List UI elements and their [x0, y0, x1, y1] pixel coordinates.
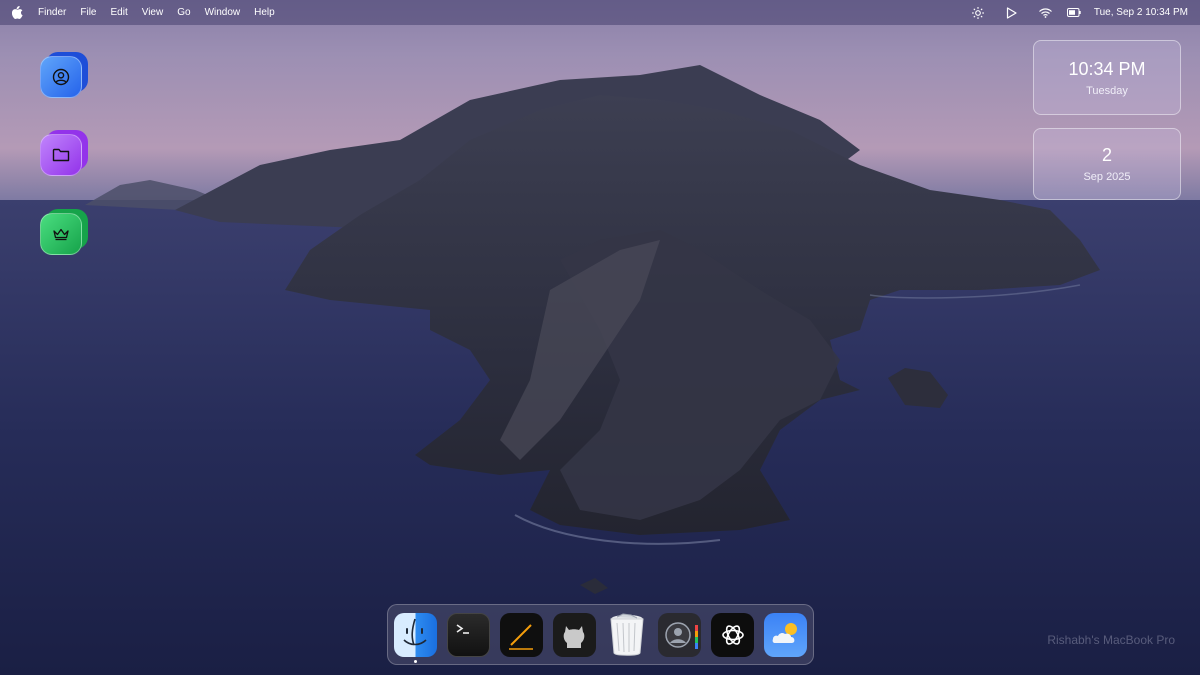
battery-icon[interactable]: [1066, 6, 1082, 20]
finder-face-icon: [403, 618, 428, 645]
device-name-watermark: Rishabh's MacBook Pro: [1047, 633, 1175, 647]
folder-icon: [52, 148, 70, 162]
menu-file[interactable]: File: [80, 7, 96, 18]
terminal-prompt-icon: [456, 623, 470, 634]
openai-knot-icon: [721, 624, 744, 645]
date-day-number: 2: [1101, 145, 1112, 165]
desktop-user-button[interactable]: [40, 52, 88, 98]
pen-icon[interactable]: [499, 612, 543, 657]
menu-edit[interactable]: Edit: [110, 7, 127, 18]
terminal-icon[interactable]: [446, 612, 490, 657]
contacts-person-icon: [665, 621, 698, 649]
play-icon[interactable]: [1004, 6, 1020, 20]
menu-bar-right: Tue, Sep 2 10:34 PM: [970, 6, 1188, 20]
apple-icon[interactable]: [12, 6, 24, 20]
menu-bar: Finder File Edit View Go Window Help Tue…: [0, 0, 1200, 25]
desktop-folder-button[interactable]: [40, 130, 88, 176]
crown-icon: [53, 228, 69, 241]
weather-icon[interactable]: [764, 612, 808, 657]
menu-finder[interactable]: Finder: [38, 7, 66, 18]
menu-go[interactable]: Go: [177, 7, 190, 18]
user-circle-icon: [52, 68, 70, 86]
sun-cloud-icon: [772, 622, 797, 643]
wifi-icon[interactable]: [1038, 6, 1054, 20]
menu-help[interactable]: Help: [254, 7, 275, 18]
brightness-icon[interactable]: [970, 6, 986, 20]
menu-window[interactable]: Window: [205, 7, 241, 18]
folder-icon-tile: [40, 134, 82, 176]
clock-day: Tuesday: [1086, 84, 1128, 97]
finder-running-indicator: [413, 659, 417, 663]
date-month-year: Sep 2025: [1083, 171, 1131, 183]
octocat-icon: [563, 625, 585, 648]
finder-icon[interactable]: [394, 612, 437, 663]
pencil-icon: [509, 623, 534, 650]
trash-bin-icon: [610, 612, 644, 656]
menu-bar-datetime[interactable]: Tue, Sep 2 10:34 PM: [1094, 7, 1188, 18]
crown-icon-tile: [40, 213, 82, 255]
chatgpt-icon[interactable]: [711, 612, 755, 657]
desktop-wallpaper: [0, 0, 1200, 675]
desktop-crown-button[interactable]: [40, 209, 88, 255]
user-icon-tile: [40, 56, 82, 98]
clock-widget[interactable]: 10:34 PM Tuesday: [1033, 40, 1181, 115]
trash-icon[interactable]: [606, 612, 649, 657]
dock: [387, 604, 814, 665]
menu-bar-left: Finder File Edit View Go Window Help: [12, 6, 275, 20]
clock-time: 10:34 PM: [1068, 58, 1146, 79]
date-widget[interactable]: 2 Sep 2025: [1033, 128, 1181, 200]
menu-view[interactable]: View: [142, 7, 164, 18]
contacts-icon[interactable]: [658, 612, 702, 657]
github-icon[interactable]: [552, 612, 596, 657]
